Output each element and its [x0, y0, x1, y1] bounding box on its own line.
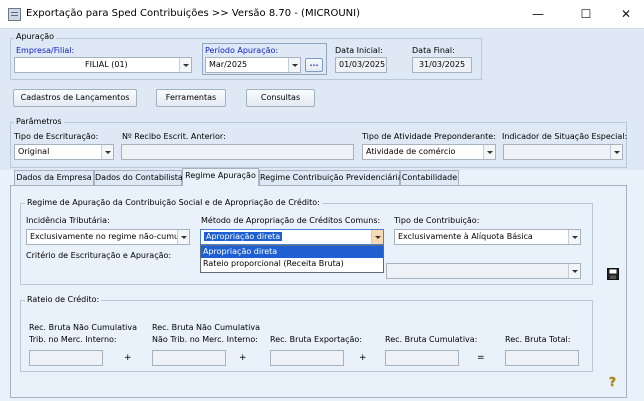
metodo-option-apropriacao-direta[interactable]: Apropriação direta: [201, 246, 383, 258]
consultas-button[interactable]: Consultas: [246, 89, 315, 107]
tipo-escrituracao-select[interactable]: Original: [14, 144, 114, 160]
data-final-label: Data Final:: [412, 46, 455, 55]
chevron-down-icon[interactable]: [610, 145, 622, 159]
metodo-value: Apropriação direta: [204, 232, 283, 241]
close-button[interactable]: ✕: [605, 0, 644, 29]
chevron-down-icon[interactable]: [288, 58, 300, 72]
parametros-legend: Parâmetros: [14, 117, 64, 126]
ferramentas-button[interactable]: Ferramentas: [156, 89, 226, 107]
rec-bruta-cumulativa-field[interactable]: [385, 350, 459, 366]
periodo-value: Mar/2025: [209, 60, 248, 69]
help-icon[interactable]: ?: [609, 375, 616, 389]
atividade-select[interactable]: Atividade de comércio: [362, 144, 496, 160]
data-inicial-label: Data Inicial:: [335, 46, 383, 55]
rateio-legend: Rateio de Crédito:: [25, 295, 102, 304]
rec-bruta-cumulativa-label: Rec. Bruta Cumulativa:: [385, 335, 478, 344]
tipo-contribuicao-value: Exclusivamente à Alíquota Básica: [398, 232, 533, 241]
chevron-down-icon[interactable]: [101, 145, 113, 159]
plus-operator-3: +: [359, 353, 367, 363]
rec-bruta-total-label: Rec. Bruta Total:: [505, 335, 571, 344]
incidencia-value: Exclusivamente no regime não-cumula: [30, 232, 187, 241]
atividade-value: Atividade de comércio: [366, 147, 456, 156]
chevron-down-icon[interactable]: [483, 145, 495, 159]
tipo-contribuicao-label: Tipo de Contribuição:: [394, 216, 480, 225]
tab-dados-contabilista[interactable]: Dados do Contabilista: [94, 170, 183, 185]
save-icon[interactable]: [607, 268, 619, 280]
app-icon: [8, 8, 21, 21]
chevron-down-icon[interactable]: [177, 230, 189, 244]
incidencia-label: Incidência Tributária:: [26, 216, 110, 225]
apuracao-legend: Apuração: [14, 32, 57, 41]
metodo-select[interactable]: Apropriação direta: [200, 229, 384, 245]
tab-dados-empresa[interactable]: Dados da Empresa: [14, 170, 94, 185]
empresa-value: FILIAL (01): [85, 60, 128, 69]
criterio-select[interactable]: [386, 263, 581, 279]
tab-regime-contribuicao-previdenciaria[interactable]: Regime Contribuição Previdenciária: [259, 170, 403, 185]
metodo-dropdown-list: Apropriação direta Rateio proporcional (…: [200, 245, 384, 273]
criterio-label: Critério de Escrituração e Apuração:: [26, 251, 172, 260]
rec-bruta-nc-trib-field[interactable]: [29, 350, 103, 366]
periodo-select[interactable]: Mar/2025: [205, 57, 301, 73]
periodo-picker-button[interactable]: ...: [305, 58, 323, 72]
plus-operator-2: +: [239, 353, 247, 363]
indicador-select[interactable]: [503, 144, 623, 160]
atividade-label: Tipo de Atividade Preponderante:: [362, 132, 496, 141]
tipo-escrituracao-value: Original: [18, 147, 50, 156]
chevron-down-icon[interactable]: [568, 230, 580, 244]
tab-regime-apuracao[interactable]: Regime Apuração: [182, 168, 259, 186]
rec-bruta-nc-trib-label-1: Rec. Bruta Não Cumulativa: [29, 323, 137, 332]
rec-bruta-nc-trib-label-2: Trib. no Merc. Interno:: [29, 335, 117, 344]
empresa-label: Empresa/Filial:: [16, 46, 75, 55]
rec-bruta-exportacao-label: Rec. Bruta Exportação:: [270, 335, 363, 344]
incidencia-select[interactable]: Exclusivamente no regime não-cumula: [26, 229, 190, 245]
recibo-field[interactable]: [121, 144, 354, 160]
metodo-label: Método de Apropriação de Créditos Comuns…: [201, 216, 381, 225]
tipo-escrituracao-label: Tipo de Escrituração:: [14, 132, 99, 141]
equals-operator: =: [477, 353, 485, 363]
metodo-option-rateio-proporcional[interactable]: Rateio proporcional (Receita Bruta): [201, 258, 383, 270]
rec-bruta-nc-naotrib-label-1: Rec. Bruta Não Cumulativa: [152, 323, 260, 332]
window-title: Exportação para Sped Contribuições >> Ve…: [26, 8, 360, 19]
periodo-label: Período Apuração:: [205, 46, 279, 55]
cadastros-button[interactable]: Cadastros de Lançamentos: [13, 89, 137, 107]
recibo-label: Nº Recibo Escrit. Anterior:: [122, 132, 226, 141]
chevron-down-icon[interactable]: [371, 230, 383, 244]
data-final-field[interactable]: 31/03/2025: [412, 57, 472, 73]
chevron-down-icon[interactable]: [179, 58, 191, 72]
empresa-select[interactable]: FILIAL (01): [14, 57, 192, 73]
data-inicial-field[interactable]: 01/03/2025: [335, 57, 387, 73]
plus-operator-1: +: [124, 353, 132, 363]
tab-contabilidade[interactable]: Contabilidade: [400, 170, 459, 185]
indicador-label: Indicador de Situação Especial:: [502, 132, 628, 141]
chevron-down-icon[interactable]: [568, 264, 580, 278]
tipo-contribuicao-select[interactable]: Exclusivamente à Alíquota Básica: [394, 229, 581, 245]
regime-legend: Regime de Apuração da Contribuição Socia…: [25, 198, 322, 207]
minimize-button[interactable]: —: [517, 0, 559, 29]
rec-bruta-exportacao-field[interactable]: [270, 350, 344, 366]
rec-bruta-nc-naotrib-label-2: Não Trib. no Merc. Interno:: [152, 335, 258, 344]
rec-bruta-total-field[interactable]: [505, 350, 579, 366]
maximize-button[interactable]: ☐: [565, 0, 607, 29]
rec-bruta-nc-naotrib-field[interactable]: [152, 350, 226, 366]
